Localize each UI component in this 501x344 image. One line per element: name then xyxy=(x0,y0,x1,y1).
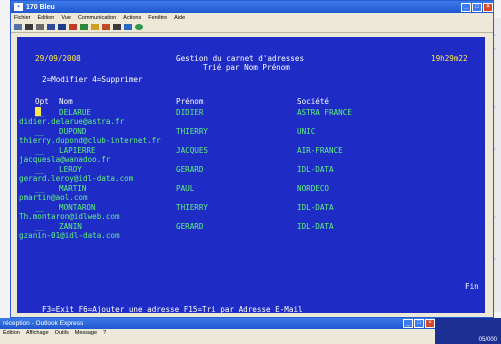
window-titlebar[interactable]: ▪ 170 Bleu _ □ × xyxy=(11,1,493,13)
row-societe: IDL-DATA xyxy=(297,222,334,231)
settings-icon[interactable] xyxy=(113,24,121,30)
row-opt-field[interactable]: __ xyxy=(35,222,44,231)
record-icon[interactable] xyxy=(102,24,110,30)
row-opt-field[interactable]: __ xyxy=(35,108,44,117)
row-email: pmartin@aol.com xyxy=(19,193,88,202)
row-opt-field[interactable]: __ xyxy=(35,203,44,212)
globe-icon[interactable] xyxy=(135,24,143,30)
taskbar-corner: 05/000 xyxy=(435,318,501,344)
row-email: Th.montaron@idlweb.com xyxy=(19,212,120,221)
outlook-window[interactable]: réception - Outlook Express _ □ × Éditio… xyxy=(0,318,435,344)
outlook-close-button[interactable]: × xyxy=(425,319,435,328)
row-email: thierry.dupond@club-internet.fr xyxy=(19,136,161,145)
screen-time: 19h29m22 xyxy=(431,54,468,63)
receive-icon[interactable] xyxy=(80,24,88,30)
header-prenom: Prénom xyxy=(176,97,204,106)
taskbar-clock: 05/000 xyxy=(478,337,497,343)
row-societe: IDL-DATA xyxy=(297,203,334,212)
minimize-button[interactable]: _ xyxy=(461,2,471,12)
row-societe: UNIC xyxy=(297,127,316,136)
menu-fichier[interactable]: Fichier xyxy=(14,15,31,21)
maximize-button[interactable]: □ xyxy=(472,2,482,12)
row-opt-field[interactable]: __ xyxy=(35,184,44,193)
row-societe: ASTRA FRANCE xyxy=(297,108,352,117)
help-icon[interactable] xyxy=(124,24,132,30)
header-societe: Société xyxy=(297,97,330,106)
row-nom: ZANIN xyxy=(59,222,82,231)
row-opt-field[interactable]: __ xyxy=(35,127,44,136)
header-nom: Nom xyxy=(59,97,73,106)
outlook-menu-outils[interactable]: Outils xyxy=(55,330,69,336)
macro-icon[interactable] xyxy=(91,24,99,30)
header-opt: Opt xyxy=(35,97,49,106)
options-legend: 2=Modifier 4=Supprimer xyxy=(42,75,143,84)
print-icon[interactable] xyxy=(47,24,55,30)
toolbar xyxy=(11,22,493,33)
outlook-menu-edition[interactable]: Édition xyxy=(3,330,20,336)
paste-icon[interactable] xyxy=(36,24,44,30)
outlook-maximize-button[interactable]: □ xyxy=(414,319,424,328)
row-prenom: THIERRY xyxy=(176,127,209,136)
screen-subtitle: Trié par Nom Prénom xyxy=(203,63,290,72)
row-nom: DUPOND xyxy=(59,127,87,136)
row-email: gerard.leroy@idl-data.com xyxy=(19,174,134,183)
row-prenom: GERARD xyxy=(176,165,204,174)
row-prenom: THIERRY xyxy=(176,203,209,212)
row-prenom: DIDIER xyxy=(176,108,204,117)
row-nom: DELARUE xyxy=(59,108,92,117)
screen-date: 29/09/2008 xyxy=(35,54,81,63)
row-opt-field[interactable]: __ xyxy=(35,146,44,155)
menu-vue[interactable]: Vue xyxy=(61,15,71,21)
outlook-title: réception - Outlook Express xyxy=(3,320,84,327)
outlook-titlebar[interactable]: réception - Outlook Express _ □ × xyxy=(0,318,435,329)
grid-icon[interactable] xyxy=(58,24,66,30)
outlook-menu-help[interactable]: ? xyxy=(103,330,106,336)
row-societe: AIR-FRANCE xyxy=(297,146,343,155)
row-nom: MONTARON xyxy=(59,203,96,212)
menu-communication[interactable]: Communication xyxy=(78,15,116,21)
row-prenom: GERARD xyxy=(176,222,204,231)
row-nom: LEROY xyxy=(59,165,82,174)
menu-edition[interactable]: Édition xyxy=(38,15,55,21)
row-email: didier.delarue@astra.fr xyxy=(19,117,125,126)
row-nom: LAPIERRE xyxy=(59,146,96,155)
terminal-screen[interactable]: 29/09/2008 Gestion du carnet d'adresses … xyxy=(17,37,485,314)
row-email: jacquesla@wanadoo.fr xyxy=(19,155,111,164)
row-prenom: PAUL xyxy=(176,184,195,193)
outlook-menu-bar: Édition Affichage Outils Message ? xyxy=(0,329,435,337)
menu-aide[interactable]: Aide xyxy=(174,15,185,21)
outlook-minimize-button[interactable]: _ xyxy=(403,319,413,328)
window-title: 170 Bleu xyxy=(26,3,55,11)
outlook-menu-message[interactable]: Message xyxy=(75,330,97,336)
copy-icon[interactable] xyxy=(25,24,33,30)
screen-icon[interactable] xyxy=(14,24,22,30)
menu-bar: Fichier Édition Vue Communication Action… xyxy=(11,13,493,22)
row-societe: IDL-DATA xyxy=(297,165,334,174)
outlook-menu-affichage[interactable]: Affichage xyxy=(26,330,49,336)
row-opt-field[interactable]: __ xyxy=(35,165,44,174)
app-icon: ▪ xyxy=(14,3,23,11)
menu-actions[interactable]: Actions xyxy=(123,15,141,21)
row-email: gzanin-01@idl-data.com xyxy=(19,231,120,240)
close-button[interactable]: × xyxy=(483,2,493,12)
function-keys: F3=Exit F6=Ajouter une adresse F15=Tri p… xyxy=(42,305,303,314)
row-prenom: JACQUES xyxy=(176,146,209,155)
row-nom: MARTIN xyxy=(59,184,87,193)
menu-fenetre[interactable]: Fenêtre xyxy=(148,15,167,21)
row-societe: NORDECO xyxy=(297,184,330,193)
send-icon[interactable] xyxy=(69,24,77,30)
screen-title: Gestion du carnet d'adresses xyxy=(176,54,305,63)
page-end-indicator: Fin xyxy=(465,282,479,291)
